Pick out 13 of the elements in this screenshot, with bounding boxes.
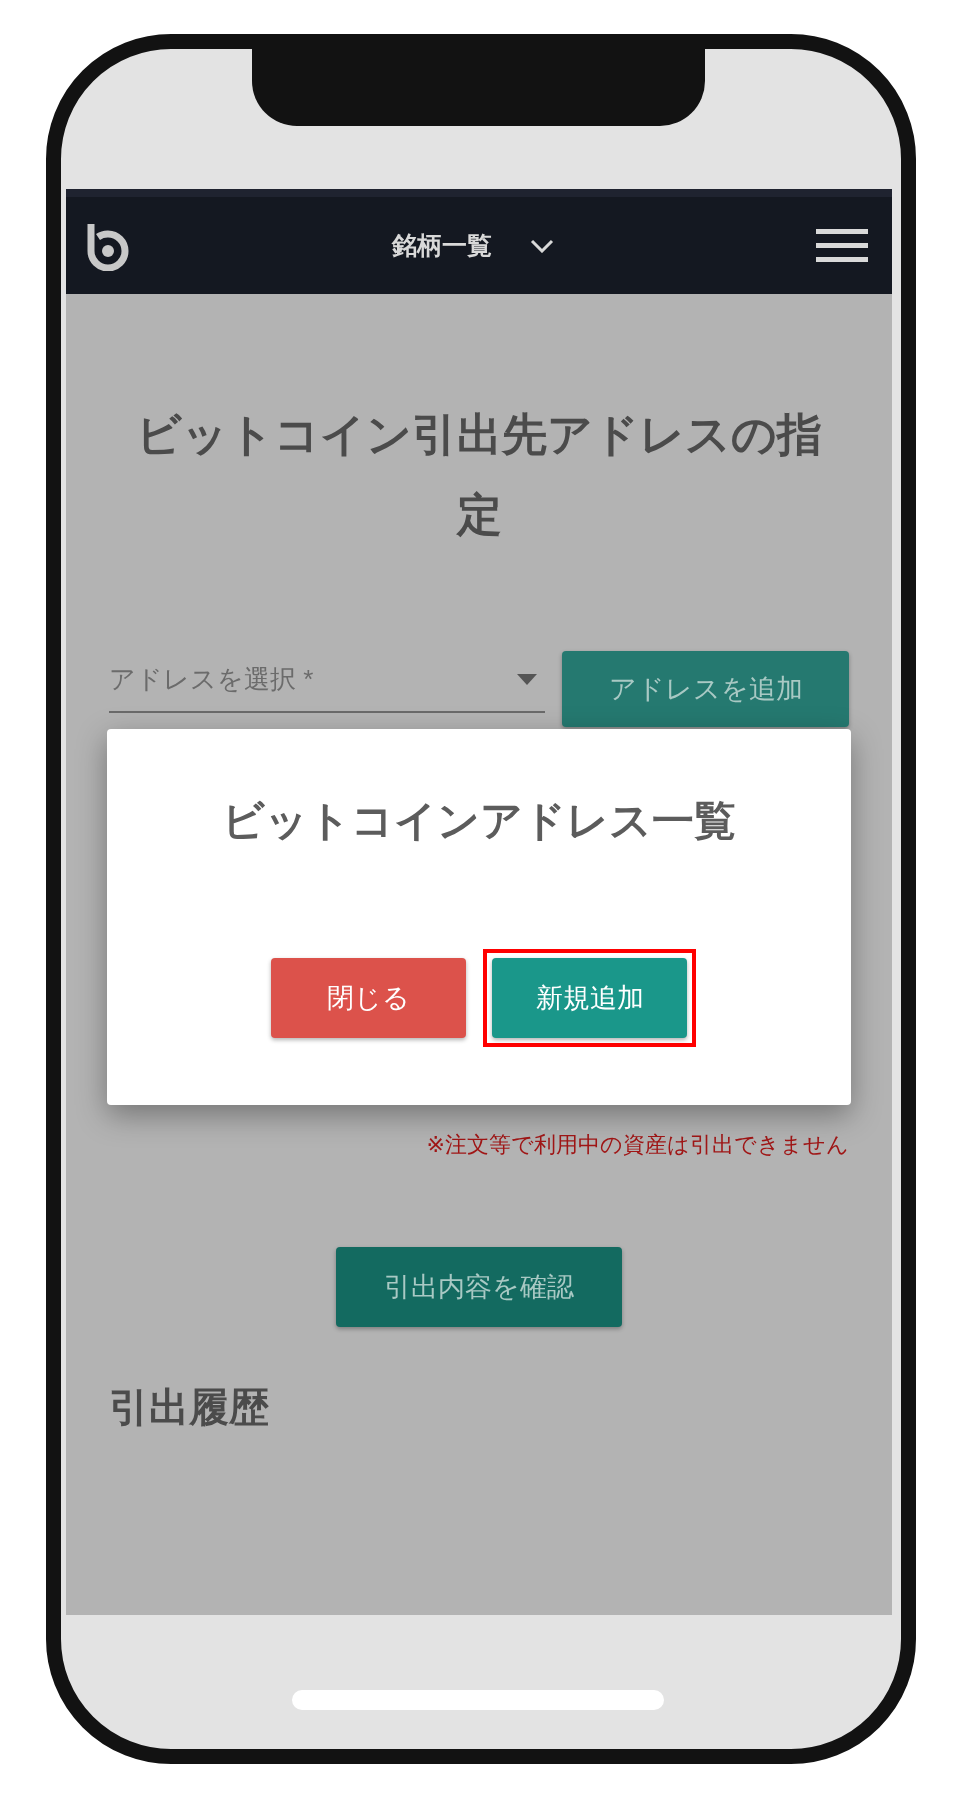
add-address-button[interactable]: アドレスを追加 <box>562 651 849 727</box>
chevron-down-icon[interactable] <box>530 238 554 253</box>
history-heading: 引出履歴 <box>109 1384 270 1430</box>
close-button[interactable]: 閉じる <box>271 958 466 1038</box>
dialog-title: ビットコインアドレス一覧 <box>222 796 736 846</box>
page-title: ビットコイン引出先アドレスの指定 <box>135 408 823 542</box>
confirm-button[interactable]: 引出内容を確認 <box>336 1247 622 1327</box>
withdraw-note: ※注文等で利用中の資産は引出できません <box>426 1131 849 1159</box>
menu-icon[interactable] <box>816 227 868 264</box>
market-list-menu[interactable]: 銘柄一覧 <box>392 229 492 262</box>
dropdown-arrow-icon <box>517 674 537 685</box>
add-new-button[interactable]: 新規追加 <box>492 958 687 1038</box>
address-select[interactable]: アドレスを選択 * <box>109 647 545 713</box>
